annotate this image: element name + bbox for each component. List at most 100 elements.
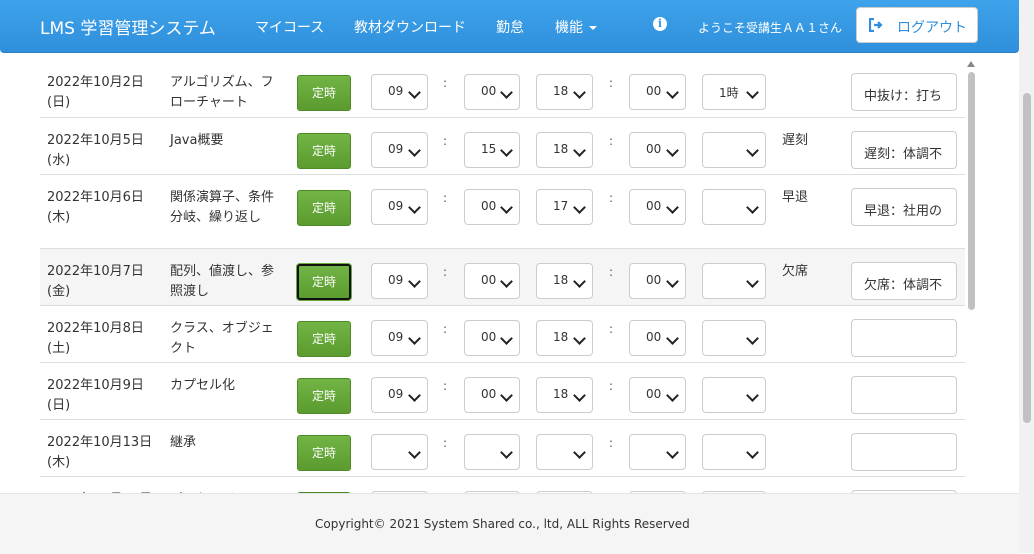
select-value: 18 bbox=[553, 142, 569, 156]
logout-label: ログアウト bbox=[897, 20, 967, 36]
start-h-select[interactable]: 09 bbox=[371, 132, 428, 168]
select-value: 00 bbox=[646, 273, 662, 287]
chevron-down-icon bbox=[573, 86, 586, 99]
end-h-select[interactable]: 18 bbox=[536, 132, 593, 168]
note-input[interactable]: 早退：社用の bbox=[851, 188, 957, 226]
course-cell: 継承 bbox=[170, 435, 197, 450]
nav-attendance[interactable]: 勤怠 bbox=[496, 17, 524, 37]
teiji-button[interactable]: 定時 bbox=[297, 133, 351, 169]
select-value: 15 bbox=[481, 142, 497, 156]
note-input[interactable] bbox=[851, 319, 957, 357]
end-m-select[interactable]: 00 bbox=[629, 74, 686, 110]
time-separator: : bbox=[443, 134, 448, 148]
chevron-down-icon bbox=[746, 389, 759, 402]
chevron-down-icon bbox=[746, 275, 759, 288]
end-m-select[interactable]: 00 bbox=[629, 320, 686, 356]
select-value: 09 bbox=[388, 273, 404, 287]
nav-functions-dropdown[interactable]: 機能 bbox=[555, 17, 597, 37]
select-value: 09 bbox=[388, 84, 404, 98]
end-h-select[interactable] bbox=[536, 434, 593, 470]
time-separator: : bbox=[609, 265, 614, 279]
end-h-select[interactable]: 18 bbox=[536, 320, 593, 356]
note-input[interactable]: 中抜け：打ち bbox=[851, 73, 957, 111]
time-separator: : bbox=[443, 379, 448, 393]
chevron-down-icon bbox=[573, 389, 586, 402]
note-value: 中抜け：打ち bbox=[864, 89, 943, 104]
start-h-select[interactable]: 09 bbox=[371, 263, 428, 299]
start-m-select[interactable] bbox=[464, 434, 520, 470]
teiji-button[interactable]: 定時 bbox=[297, 75, 351, 111]
end-h-select[interactable]: 18 bbox=[536, 263, 593, 299]
nav-my-course[interactable]: マイコース bbox=[255, 17, 324, 37]
start-h-select[interactable]: 09 bbox=[371, 377, 428, 413]
course-cell: 配列、値渡し、参照渡し bbox=[170, 264, 275, 299]
select-value: 00 bbox=[646, 199, 662, 213]
start-m-select[interactable]: 15 bbox=[464, 132, 520, 168]
teiji-button[interactable]: 定時 bbox=[297, 190, 351, 226]
end-m-select[interactable] bbox=[629, 434, 686, 470]
end-m-select[interactable]: 00 bbox=[629, 132, 686, 168]
select-value: 00 bbox=[481, 84, 497, 98]
start-h-select[interactable]: 09 bbox=[371, 189, 428, 225]
table-row: 2022年10月13日(木) 継承 定時:: bbox=[40, 419, 965, 477]
teiji-button[interactable]: 定時 bbox=[297, 321, 351, 357]
chevron-down-icon bbox=[408, 275, 421, 288]
time-separator: : bbox=[443, 191, 448, 205]
note-input[interactable] bbox=[851, 433, 957, 471]
start-h-select[interactable]: 09 bbox=[371, 74, 428, 110]
page-scroll-thumb[interactable] bbox=[1023, 93, 1031, 423]
nav-material-download[interactable]: 教材ダウンロード bbox=[354, 17, 466, 37]
time-separator: : bbox=[609, 134, 614, 148]
course-cell: カプセル化 bbox=[170, 378, 236, 393]
start-m-select[interactable]: 00 bbox=[464, 320, 520, 356]
chevron-down-icon bbox=[746, 86, 759, 99]
note-input[interactable]: 遅刻：体調不 bbox=[851, 131, 957, 169]
logout-button[interactable]: ログアウト bbox=[856, 7, 978, 43]
break-select[interactable] bbox=[702, 263, 766, 299]
info-icon[interactable]: i bbox=[653, 17, 667, 31]
teiji-button[interactable]: 定時 bbox=[297, 378, 351, 414]
end-h-select[interactable]: 18 bbox=[536, 74, 593, 110]
break-select[interactable] bbox=[702, 377, 766, 413]
start-m-select[interactable]: 00 bbox=[464, 189, 520, 225]
table-scroll-thumb[interactable] bbox=[968, 72, 975, 310]
teiji-button[interactable]: 定時 bbox=[297, 435, 351, 471]
end-m-select[interactable]: 00 bbox=[629, 189, 686, 225]
start-h-select[interactable] bbox=[371, 434, 428, 470]
brand-title[interactable]: LMS 学習管理システム bbox=[40, 14, 216, 39]
teiji-button[interactable]: 定時 bbox=[297, 264, 351, 300]
chevron-down-icon bbox=[746, 332, 759, 345]
attendance-table: 2022年10月2日(日) アルゴリズム、フローチャート 定時 09 00 18 00 1時:… bbox=[40, 52, 965, 493]
end-m-select[interactable]: 00 bbox=[629, 377, 686, 413]
note-value: 欠席：体調不 bbox=[864, 278, 943, 293]
end-h-select[interactable]: 17 bbox=[536, 189, 593, 225]
time-separator: : bbox=[609, 191, 614, 205]
navbar: LMS 学習管理システム マイコース 教材ダウンロード 勤怠 機能 i ようこそ… bbox=[0, 0, 1019, 53]
break-select[interactable] bbox=[702, 320, 766, 356]
break-select[interactable] bbox=[702, 189, 766, 225]
scroll-up-arrow-icon[interactable] bbox=[967, 61, 975, 67]
start-m-select[interactable]: 00 bbox=[464, 377, 520, 413]
start-h-select[interactable]: 09 bbox=[371, 320, 428, 356]
end-m-select[interactable]: 00 bbox=[629, 263, 686, 299]
end-h-select[interactable]: 18 bbox=[536, 377, 593, 413]
time-separator: : bbox=[609, 436, 614, 450]
chevron-down-icon bbox=[500, 446, 513, 459]
break-select[interactable] bbox=[702, 434, 766, 470]
select-value: 1時 bbox=[719, 86, 739, 100]
date-cell: 2022年10月5日(水) bbox=[47, 133, 144, 168]
select-value: 18 bbox=[553, 387, 569, 401]
table-row: 2022年10月2日(日) アルゴリズム、フローチャート 定時 09 00 18 00 1時:… bbox=[40, 52, 965, 113]
note-input[interactable]: 欠席：体調不 bbox=[851, 262, 957, 300]
start-m-select[interactable]: 00 bbox=[464, 74, 520, 110]
break-select[interactable]: 1時 bbox=[702, 74, 766, 110]
break-select[interactable] bbox=[702, 132, 766, 168]
note-input[interactable] bbox=[851, 376, 957, 414]
chevron-down-icon bbox=[408, 144, 421, 157]
chevron-down-icon bbox=[746, 446, 759, 459]
start-m-select[interactable]: 00 bbox=[464, 263, 520, 299]
select-value: 18 bbox=[553, 330, 569, 344]
chevron-down-icon bbox=[666, 86, 679, 99]
caret-down-icon bbox=[589, 26, 597, 30]
copyright-text: Copyright© 2021 System Shared co., ltd, … bbox=[315, 517, 690, 531]
